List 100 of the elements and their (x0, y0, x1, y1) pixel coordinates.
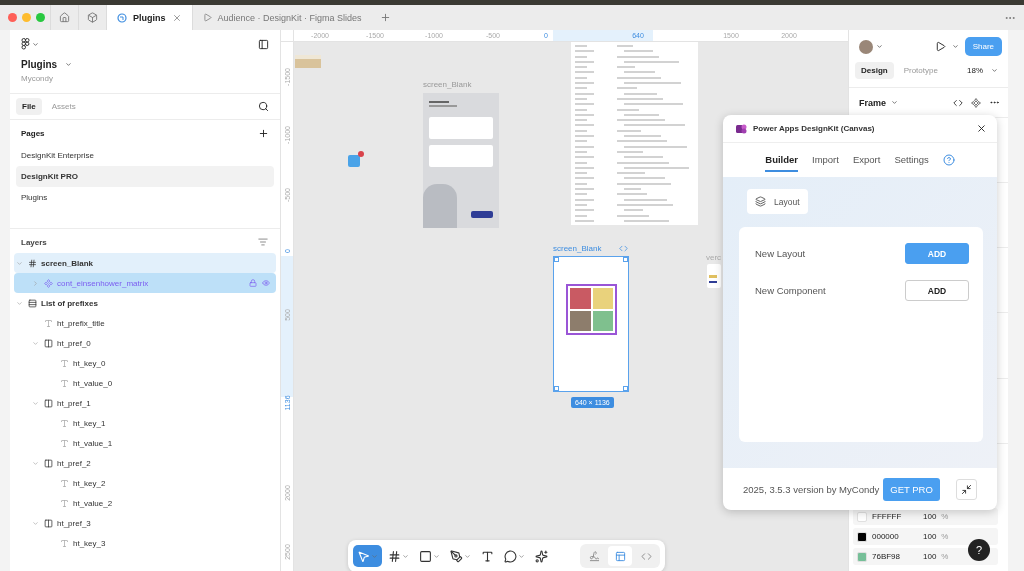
layer-item[interactable]: ht_pref_2 (14, 453, 276, 473)
text-icon (44, 318, 53, 328)
play-icon[interactable] (934, 41, 946, 52)
cube-icon (87, 12, 98, 23)
help-icon[interactable] (942, 154, 955, 166)
scribble-icon (588, 550, 600, 562)
percent-sign: % (941, 512, 949, 521)
section-title: Layers (21, 237, 47, 247)
layer-item[interactable]: ht_value_1 (14, 433, 276, 453)
layer-item[interactable]: ht_key_2 (14, 473, 276, 493)
caret-icon (464, 552, 471, 560)
sidebar-toggle-icon[interactable] (258, 38, 269, 50)
horizontal-layout-icon (44, 338, 53, 348)
close-icon[interactable] (976, 123, 987, 134)
play-icon (202, 13, 212, 22)
text-icon (60, 358, 69, 368)
version-text: 2025, 3.5.3 version by MyCondy (743, 483, 880, 495)
layout-mode-button[interactable] (608, 546, 632, 566)
percent-sign: % (941, 532, 949, 541)
text-icon (60, 378, 69, 388)
frame-icon (28, 258, 37, 268)
plugin-tab[interactable]: Export (852, 148, 881, 172)
caret-icon[interactable] (32, 40, 39, 48)
component-icon[interactable] (971, 97, 981, 108)
caret-icon[interactable] (31, 399, 39, 407)
caret-icon[interactable] (951, 43, 959, 50)
lock-icon[interactable] (249, 279, 257, 287)
layer-item[interactable]: ht_key_3 (14, 533, 276, 553)
selected-frame[interactable] (553, 256, 629, 392)
layer-item[interactable]: ht_value_0 (14, 373, 276, 393)
eye-icon[interactable] (262, 279, 270, 287)
text-icon (60, 478, 69, 488)
caret-icon[interactable] (31, 459, 39, 467)
color-hex: 000000 (872, 532, 900, 541)
color-hex: FFFFFF (872, 512, 903, 521)
matrix-drawing (566, 284, 617, 335)
team-name: Mycondy (21, 74, 54, 83)
vertical-layout-icon (28, 298, 37, 308)
pen-icon (450, 549, 463, 563)
layer-item[interactable]: screen_Blank (14, 253, 276, 273)
plus-icon (379, 12, 391, 23)
caret-icon[interactable] (991, 67, 998, 74)
design-file-icon (117, 12, 127, 23)
search-icon[interactable] (258, 101, 269, 112)
caret-icon (433, 552, 440, 560)
layer-item[interactable]: ht_prefix_title (14, 313, 276, 333)
caret-icon[interactable] (31, 339, 39, 347)
horizontal-layout-icon (44, 518, 53, 528)
caret-icon[interactable] (891, 99, 898, 106)
pointer-tool-button[interactable] (353, 545, 382, 567)
panel-tab[interactable]: Design (855, 62, 894, 79)
page-item[interactable]: DesignKit Enterprise (16, 145, 274, 166)
layer-item[interactable]: ht_pref_0 (14, 333, 276, 353)
caret-icon (518, 552, 525, 560)
layer-item[interactable]: ht_key_0 (14, 353, 276, 373)
frame-title: screen_Blank (423, 80, 472, 89)
horizontal-layout-icon (44, 458, 53, 468)
comment-icon (504, 549, 517, 563)
rectangle-icon (419, 549, 432, 563)
code-icon (640, 550, 652, 562)
avatar[interactable] (859, 39, 873, 54)
text-icon (60, 538, 69, 548)
figma-logo-icon[interactable] (21, 38, 30, 50)
plugin-tab[interactable]: Settings (894, 148, 929, 172)
layer-item[interactable]: ht_pref_3 (14, 513, 276, 533)
opacity-value: 100 (923, 512, 937, 521)
frame-title: screen_Blank (553, 244, 602, 253)
add-page-icon[interactable] (258, 128, 269, 139)
action-label: New Component (755, 285, 826, 296)
layer-item[interactable]: ht_key_1 (14, 413, 276, 433)
app-logo-icon (736, 123, 747, 134)
collapse-button[interactable] (956, 478, 977, 500)
layer-item[interactable]: ht_pref_1 (14, 393, 276, 413)
caret-icon[interactable] (876, 43, 883, 50)
zoom-level[interactable]: 18% (967, 66, 983, 75)
caret-icon[interactable] (31, 519, 39, 527)
section-title: Pages (21, 129, 45, 138)
window-close-button[interactable] (8, 13, 17, 22)
caret-icon[interactable] (15, 299, 23, 307)
plugin-tab[interactable]: Import (812, 148, 839, 172)
color-hex: 76BF98 (872, 552, 902, 561)
layer-item[interactable]: List of prefixes (14, 293, 276, 313)
notification-icon (348, 151, 364, 167)
plugin-tab[interactable]: Builder (765, 148, 798, 172)
page-item[interactable]: DesignKit PRO (16, 166, 274, 187)
color-row[interactable]: 000000 100 % (853, 528, 998, 545)
window-maximize-button[interactable] (36, 13, 45, 22)
panel-tab[interactable]: File (16, 98, 42, 115)
layer-item[interactable]: ht_value_2 (14, 493, 276, 513)
opacity-value: 100 (923, 552, 937, 561)
layout-chip[interactable]: Layout (747, 189, 808, 214)
page-item[interactable]: Plugins (16, 187, 274, 208)
document-tab[interactable]: Plugins (106, 5, 192, 30)
filter-icon[interactable] (258, 237, 268, 247)
add-button[interactable]: ADD (905, 280, 969, 301)
plugin-title: Power Apps DesignKit (Canvas) (753, 124, 875, 133)
code-icon[interactable] (953, 97, 963, 108)
caret-icon[interactable] (65, 61, 73, 68)
text-icon (60, 498, 69, 508)
sparkle-icon (535, 549, 548, 563)
